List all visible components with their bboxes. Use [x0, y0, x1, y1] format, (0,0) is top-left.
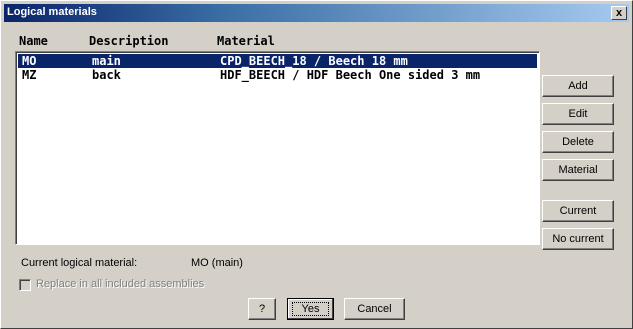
replace-checkbox[interactable]: [19, 279, 31, 291]
close-button[interactable]: x: [611, 6, 627, 20]
replace-checkbox-label: Replace in all included assemblies: [36, 278, 205, 290]
row-description: back: [92, 68, 121, 82]
current-material-value: MO (main): [191, 257, 243, 269]
column-header-description[interactable]: Description: [89, 34, 168, 48]
focus-rect: [292, 302, 329, 316]
column-header-material[interactable]: Material: [217, 34, 275, 48]
row-name: MZ: [22, 68, 37, 82]
current-button[interactable]: Current: [542, 200, 614, 222]
row-description: main: [92, 54, 121, 68]
list-row[interactable]: MZ back HDF_BEECH / HDF Beech One sided …: [18, 68, 537, 82]
column-header-name[interactable]: Name: [19, 34, 48, 48]
list-row[interactable]: MO main CPD_BEECH_18 / Beech 18 mm: [18, 54, 537, 68]
row-name: MO: [22, 54, 37, 68]
help-button[interactable]: ?: [248, 298, 276, 320]
cancel-button[interactable]: Cancel: [344, 298, 405, 320]
delete-button[interactable]: Delete: [542, 131, 614, 153]
logical-materials-dialog: Logical materials x Name Description Mat…: [0, 0, 633, 329]
window-title: Logical materials: [7, 6, 97, 18]
add-button[interactable]: Add: [542, 75, 614, 97]
yes-button[interactable]: Yes: [287, 298, 334, 320]
current-material-label: Current logical material:: [21, 257, 138, 269]
row-material: CPD_BEECH_18 / Beech 18 mm: [220, 54, 408, 68]
materials-list[interactable]: MO main CPD_BEECH_18 / Beech 18 mm MZ ba…: [15, 51, 540, 245]
edit-button[interactable]: Edit: [542, 103, 614, 125]
material-button[interactable]: Material: [542, 159, 614, 181]
no-current-button[interactable]: No current: [542, 228, 614, 250]
title-bar: Logical materials x: [4, 4, 629, 22]
list-header: Name Description Material: [15, 34, 540, 48]
row-material: HDF_BEECH / HDF Beech One sided 3 mm: [220, 68, 481, 82]
